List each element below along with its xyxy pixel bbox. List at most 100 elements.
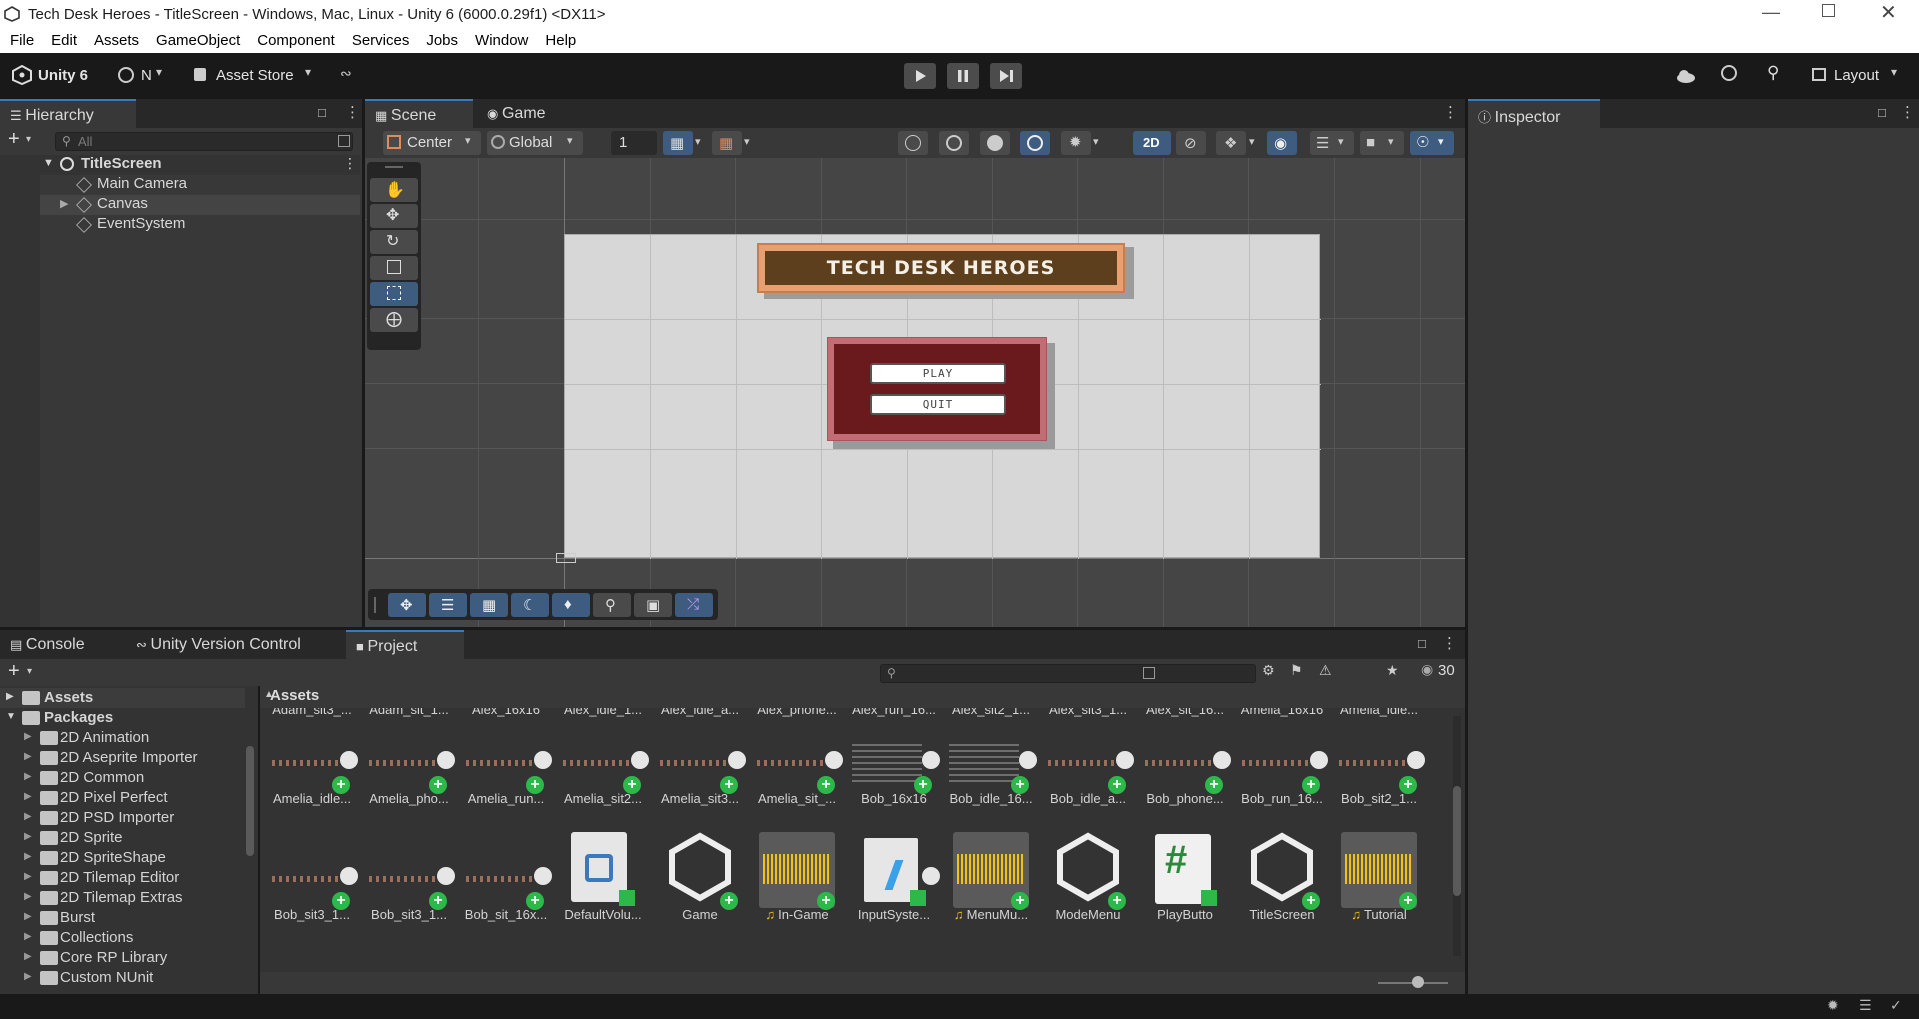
play-anim-icon[interactable] (1019, 751, 1037, 769)
move-tool-button[interactable]: ✥ (370, 204, 418, 228)
menu-component[interactable]: Component (247, 29, 342, 49)
chevron-down-icon[interactable]: ▾ (1249, 135, 1255, 148)
expand-right-icon[interactable]: ▶ (24, 831, 32, 842)
overlay-grid-button[interactable]: ▦ (470, 593, 508, 617)
space-dropdown[interactable]: Global ▾ (487, 131, 583, 155)
play-button[interactable] (904, 63, 936, 89)
hierarchy-item[interactable]: ◉ ☝ ▶ Canvas (0, 195, 360, 215)
tree-scrollbar[interactable] (246, 746, 254, 856)
minimize-icon[interactable]: — (1762, 2, 1780, 23)
pivot-dropdown[interactable]: Center ▾ (383, 131, 481, 155)
tree-item-package[interactable]: ▶ Custom NUnit (0, 968, 245, 988)
tree-item-package[interactable]: ▶ 2D Tilemap Editor (0, 868, 245, 888)
increment-snap-button[interactable]: ▦ (712, 131, 742, 155)
play-anim-icon[interactable] (534, 751, 552, 769)
overlay-settings-button[interactable]: ☰ (429, 593, 467, 617)
expand-right-icon[interactable]: ▶ (24, 731, 32, 742)
breadcrumb-assets[interactable]: Assets (260, 687, 319, 704)
transform-tool-button[interactable]: ⨁ (370, 308, 418, 332)
play-anim-icon[interactable] (922, 751, 940, 769)
layers-button[interactable]: ☰ ▾ (1310, 131, 1354, 155)
scene-viewport[interactable]: TECH DESK HEROES PLAY QUIT ✋ ✥ ↻ ⨁ ✥ ☰ ▦… (365, 158, 1465, 627)
overlay-shuffle-button[interactable]: ⤮ (675, 593, 713, 617)
overlay-camera-button[interactable]: ▣ (634, 593, 672, 617)
history-icon[interactable] (1721, 65, 1737, 81)
play-anim-icon[interactable] (1116, 751, 1134, 769)
expand-right-icon[interactable]: ▶ (24, 811, 32, 822)
layout-dropdown[interactable]: Layout (1834, 67, 1879, 84)
tab-game[interactable]: ◉ Game (477, 99, 557, 128)
scale-tool-button[interactable] (370, 256, 418, 280)
create-asset-button[interactable]: + (8, 660, 20, 683)
expand-right-icon[interactable]: ▶ (24, 971, 32, 982)
menu-help[interactable]: Help (535, 29, 583, 49)
chevron-down-icon[interactable]: ▾ (1093, 135, 1099, 148)
tab-hierarchy[interactable]: ☰ Hierarchy (0, 99, 136, 128)
expand-right-icon[interactable]: ▶ (24, 871, 32, 882)
close-icon[interactable]: ✕ (1880, 0, 1897, 25)
search-icon[interactable]: ⚲ (1767, 63, 1779, 83)
filter-type-icon[interactable]: ⚙ (1262, 662, 1275, 679)
drag-handle[interactable] (385, 166, 403, 168)
tree-item-package[interactable]: ▶ Collections (0, 928, 245, 948)
play-anim-icon[interactable] (437, 751, 455, 769)
shaded-wire-button[interactable] (939, 131, 969, 155)
overlay-layers-button[interactable]: ♦ (552, 593, 590, 617)
expand-right-icon[interactable]: ▶ (24, 771, 32, 782)
menu-window[interactable]: Window (465, 29, 535, 49)
chevron-down-icon[interactable]: ▾ (744, 135, 750, 148)
play-menu-button[interactable]: PLAY (870, 363, 1006, 384)
overlay-move-button[interactable]: ✥ (388, 593, 426, 617)
play-anim-icon[interactable] (1407, 751, 1425, 769)
expand-right-icon[interactable]: ▶ (24, 791, 32, 802)
warning-icon[interactable]: ⚠ (1319, 662, 1332, 679)
more-icon[interactable]: ⋮ (1443, 103, 1458, 121)
pause-button[interactable] (947, 63, 979, 89)
expand-down-icon[interactable]: ▼ (43, 157, 54, 169)
hierarchy-item[interactable]: EventSystem (0, 215, 360, 235)
drag-handle[interactable] (374, 597, 376, 613)
visibility-button[interactable]: ◉ (1267, 131, 1297, 155)
lighting-button[interactable]: ⊘ (1176, 131, 1206, 155)
camera-button[interactable]: ■ ▾ (1360, 131, 1404, 155)
play-anim-icon[interactable] (340, 867, 358, 885)
play-anim-icon[interactable] (1213, 751, 1231, 769)
play-anim-icon[interactable] (340, 751, 358, 769)
layers-icon[interactable]: ☰ (1859, 997, 1872, 1014)
anchor-handle[interactable] (556, 553, 576, 563)
more-icon[interactable]: ⋮ (343, 155, 357, 172)
gizmos-button[interactable]: ☉ ▾ (1410, 131, 1454, 155)
overlay-search-button[interactable]: ⚲ (593, 593, 631, 617)
lock-icon[interactable]: □ (318, 105, 326, 120)
tree-item-package[interactable]: ▶ Burst (0, 908, 245, 928)
play-anim-icon[interactable] (534, 867, 552, 885)
overlay-shade-button[interactable]: ☾ (511, 593, 549, 617)
play-anim-icon[interactable] (728, 751, 746, 769)
search-mode-icon[interactable] (1143, 667, 1155, 679)
scene-root-row[interactable]: ▼ TitleScreen ⋮ (0, 155, 360, 175)
cloud-icon[interactable] (1675, 68, 1697, 84)
lock-icon[interactable]: □ (1878, 105, 1886, 120)
version-control-icon[interactable]: ∾ (340, 65, 352, 82)
debug-draw-button[interactable]: ✹ (1061, 131, 1091, 155)
menu-file[interactable]: File (0, 29, 41, 49)
tree-item-package[interactable]: ▶ 2D Common (0, 768, 245, 788)
hierarchy-search-input[interactable]: ⚲ All (55, 132, 353, 151)
tag-icon[interactable]: ⚑ (1290, 662, 1303, 679)
menu-edit[interactable]: Edit (41, 29, 84, 49)
expand-right-icon[interactable]: ▶ (6, 691, 14, 702)
toggle-2d-button[interactable]: 2D (1133, 131, 1171, 155)
tab-inspector[interactable]: ⓘ Inspector (1468, 99, 1600, 128)
more-icon[interactable]: ⋮ (1900, 103, 1915, 121)
effects-button[interactable]: ❖ (1216, 131, 1246, 155)
play-anim-icon[interactable] (1310, 751, 1328, 769)
unity-version-label[interactable]: Unity 6 (38, 67, 88, 84)
favorite-star-icon[interactable]: ★ (1386, 662, 1399, 679)
menu-jobs[interactable]: Jobs (416, 29, 465, 49)
grid-size-input[interactable]: 1 (611, 131, 657, 155)
tree-item-package[interactable]: ▶ 2D Sprite (0, 828, 245, 848)
expand-down-icon[interactable]: ▼ (6, 711, 16, 722)
tree-item-package[interactable]: ▶ 2D Animation (0, 728, 245, 748)
expand-right-icon[interactable]: ▶ (60, 197, 68, 210)
grid-snap-button[interactable]: ▦ (663, 131, 693, 155)
